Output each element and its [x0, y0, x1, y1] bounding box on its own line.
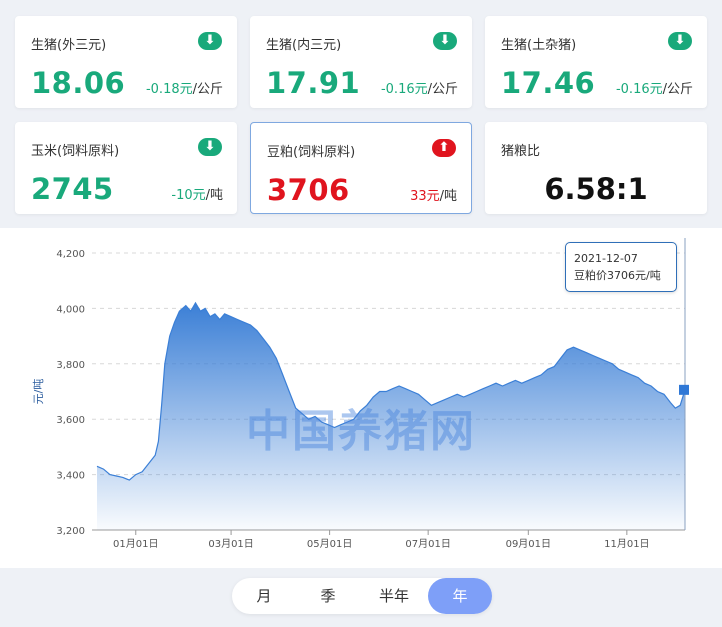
card-change: -0.16元/公斤 [380, 82, 458, 97]
card-change: -0.18元/公斤 [145, 82, 223, 97]
price-card[interactable]: 玉米(饲料原料) ⬇ 2745 -10元/吨 [15, 122, 237, 214]
arrow-down-icon: ⬇ [198, 138, 222, 156]
card-price: 3706 [267, 173, 350, 207]
price-card[interactable]: 生猪(外三元) ⬇ 18.06 -0.18元/公斤 [15, 16, 237, 108]
price-card-selected[interactable]: 豆粕(饲料原料) ⬆ 3706 33元/吨 [250, 122, 472, 214]
period-selector: 月 季 半年 年 [232, 578, 492, 614]
arrow-down-icon: ⬇ [668, 32, 692, 50]
pig-grain-ratio-card[interactable]: 猪粮比 6.58:1 [485, 122, 707, 214]
period-tab-halfyear[interactable]: 半年 [362, 578, 426, 614]
x-tick-label: 11月01日 [604, 538, 649, 550]
period-tab-month[interactable]: 月 [232, 578, 296, 614]
card-change: -0.16元/公斤 [615, 82, 693, 97]
y-tick-label: 3,800 [56, 360, 85, 371]
tooltip-label: 豆粕价3706元/吨 [574, 269, 661, 282]
arrow-down-icon: ⬇ [433, 32, 457, 50]
price-card[interactable]: 生猪(内三元) ⬇ 17.91 -0.16元/公斤 [250, 16, 472, 108]
card-title: 生猪(内三元) [266, 38, 342, 53]
card-price: 2745 [31, 172, 114, 206]
x-tick-label: 01月01日 [113, 538, 158, 550]
tooltip-date: 2021-12-07 [574, 252, 638, 265]
ratio-value: 6.58:1 [544, 172, 648, 206]
x-tick-label: 05月01日 [307, 538, 352, 550]
price-card[interactable]: 生猪(土杂猪) ⬇ 17.46 -0.16元/公斤 [485, 16, 707, 108]
card-price: 17.91 [266, 66, 361, 100]
period-tab-year[interactable]: 年 [428, 578, 492, 614]
y-axis-label: 元/吨 [32, 379, 45, 405]
arrow-down-icon: ⬇ [198, 32, 222, 50]
card-title: 玉米(饲料原料) [31, 144, 120, 159]
y-tick-label: 4,200 [56, 249, 85, 260]
y-tick-label: 3,200 [56, 526, 85, 537]
chart-tooltip: 2021-12-07 豆粕价3706元/吨 [565, 242, 677, 292]
x-tick-label: 09月01日 [506, 538, 551, 550]
y-tick-label: 4,000 [56, 304, 85, 315]
x-tick-label: 07月01日 [405, 538, 450, 550]
card-title: 豆粕(饲料原料) [267, 145, 356, 160]
period-tab-quarter[interactable]: 季 [296, 578, 360, 614]
card-title: 生猪(土杂猪) [501, 38, 577, 53]
card-change: 33元/吨 [410, 189, 457, 204]
y-tick-label: 3,600 [56, 415, 85, 426]
x-tick-label: 03月01日 [208, 538, 253, 550]
card-change: -10元/吨 [171, 188, 223, 203]
y-tick-label: 3,400 [56, 471, 85, 482]
card-price: 17.46 [501, 66, 596, 100]
card-title: 生猪(外三元) [31, 38, 107, 53]
arrow-up-icon: ⬆ [432, 139, 456, 157]
card-price: 18.06 [31, 66, 126, 100]
hover-marker [679, 384, 689, 395]
series-area [97, 302, 685, 530]
card-title: 猪粮比 [501, 144, 541, 159]
